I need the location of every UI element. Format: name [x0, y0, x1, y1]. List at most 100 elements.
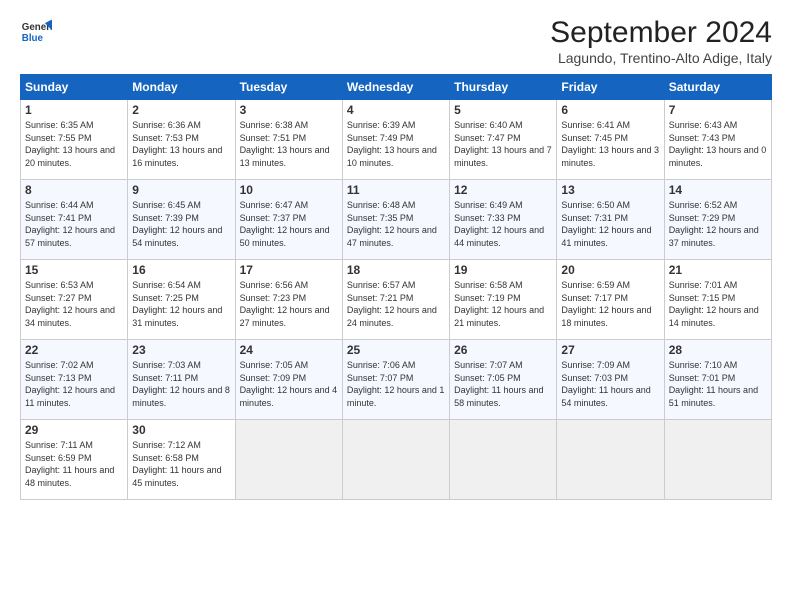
calendar-cell: 1 Sunrise: 6:35 AMSunset: 7:55 PMDaylight… [21, 100, 128, 180]
day-number: 18 [347, 263, 445, 277]
col-header-wednesday: Wednesday [342, 75, 449, 100]
day-info: Sunrise: 6:35 AMSunset: 7:55 PMDaylight:… [25, 119, 123, 169]
col-header-friday: Friday [557, 75, 664, 100]
day-info: Sunrise: 7:10 AMSunset: 7:01 PMDaylight:… [669, 359, 767, 409]
title-area: September 2024 Lagundo, Trentino-Alto Ad… [550, 16, 772, 66]
day-number: 27 [561, 343, 659, 357]
day-info: Sunrise: 6:48 AMSunset: 7:35 PMDaylight:… [347, 199, 445, 249]
calendar-cell: 30Sunrise: 7:12 AMSunset: 6:58 PMDayligh… [128, 420, 235, 500]
calendar-cell: 19 Sunrise: 6:58 AMSunset: 7:19 PMDayligh… [450, 260, 557, 340]
day-info: Sunrise: 6:58 AMSunset: 7:19 PMDaylight:… [454, 279, 552, 329]
week-row-3: 15 Sunrise: 6:53 AMSunset: 7:27 PMDayligh… [21, 260, 772, 340]
week-row-1: 1 Sunrise: 6:35 AMSunset: 7:55 PMDaylight… [21, 100, 772, 180]
day-info: Sunrise: 6:53 AMSunset: 7:27 PMDaylight:… [25, 279, 123, 329]
day-number: 15 [25, 263, 123, 277]
calendar-cell: 15 Sunrise: 6:53 AMSunset: 7:27 PMDayligh… [21, 260, 128, 340]
day-info: Sunrise: 7:09 AMSunset: 7:03 PMDaylight:… [561, 359, 659, 409]
col-header-saturday: Saturday [664, 75, 771, 100]
calendar-cell: 26 Sunrise: 7:07 AMSunset: 7:05 PMDayligh… [450, 340, 557, 420]
day-number: 23 [132, 343, 230, 357]
calendar-cell: 13 Sunrise: 6:50 AMSunset: 7:31 PMDayligh… [557, 180, 664, 260]
day-info: Sunrise: 6:57 AMSunset: 7:21 PMDaylight:… [347, 279, 445, 329]
day-number: 1 [25, 103, 123, 117]
day-number: 7 [669, 103, 767, 117]
day-info: Sunrise: 6:56 AMSunset: 7:23 PMDaylight:… [240, 279, 338, 329]
calendar-cell: 23 Sunrise: 7:03 AMSunset: 7:11 PMDayligh… [128, 340, 235, 420]
calendar-cell: 2 Sunrise: 6:36 AMSunset: 7:53 PMDaylight… [128, 100, 235, 180]
calendar-cell: 14 Sunrise: 6:52 AMSunset: 7:29 PMDayligh… [664, 180, 771, 260]
calendar-cell: 22 Sunrise: 7:02 AMSunset: 7:13 PMDayligh… [21, 340, 128, 420]
day-info: Sunrise: 6:49 AMSunset: 7:33 PMDaylight:… [454, 199, 552, 249]
day-info: Sunrise: 6:47 AMSunset: 7:37 PMDaylight:… [240, 199, 338, 249]
day-number: 6 [561, 103, 659, 117]
calendar-cell: 3 Sunrise: 6:38 AMSunset: 7:51 PMDaylight… [235, 100, 342, 180]
calendar-cell: 8 Sunrise: 6:44 AMSunset: 7:41 PMDaylight… [21, 180, 128, 260]
header: General Blue September 2024 Lagundo, Tre… [20, 16, 772, 66]
calendar-cell: 24 Sunrise: 7:05 AMSunset: 7:09 PMDayligh… [235, 340, 342, 420]
calendar-cell: 6 Sunrise: 6:41 AMSunset: 7:45 PMDaylight… [557, 100, 664, 180]
month-title: September 2024 [550, 16, 772, 50]
logo: General Blue [20, 16, 52, 48]
day-number: 10 [240, 183, 338, 197]
day-info: Sunrise: 6:40 AMSunset: 7:47 PMDaylight:… [454, 119, 552, 169]
svg-text:Blue: Blue [22, 33, 44, 44]
calendar-cell: 7 Sunrise: 6:43 AMSunset: 7:43 PMDaylight… [664, 100, 771, 180]
day-number: 29 [25, 423, 123, 437]
logo-icon: General Blue [20, 16, 52, 48]
col-header-thursday: Thursday [450, 75, 557, 100]
day-number: 8 [25, 183, 123, 197]
calendar-cell: 5Sunrise: 6:40 AMSunset: 7:47 PMDaylight… [450, 100, 557, 180]
calendar-cell: 27 Sunrise: 7:09 AMSunset: 7:03 PMDayligh… [557, 340, 664, 420]
day-number: 3 [240, 103, 338, 117]
week-row-5: 29Sunrise: 7:11 AMSunset: 6:59 PMDayligh… [21, 420, 772, 500]
day-info: Sunrise: 6:52 AMSunset: 7:29 PMDaylight:… [669, 199, 767, 249]
calendar-cell: 11 Sunrise: 6:48 AMSunset: 7:35 PMDayligh… [342, 180, 449, 260]
day-info: Sunrise: 7:06 AMSunset: 7:07 PMDaylight:… [347, 359, 445, 409]
week-row-4: 22 Sunrise: 7:02 AMSunset: 7:13 PMDayligh… [21, 340, 772, 420]
day-info: Sunrise: 7:07 AMSunset: 7:05 PMDaylight:… [454, 359, 552, 409]
calendar-cell: 28 Sunrise: 7:10 AMSunset: 7:01 PMDayligh… [664, 340, 771, 420]
day-info: Sunrise: 6:44 AMSunset: 7:41 PMDaylight:… [25, 199, 123, 249]
calendar-cell [342, 420, 449, 500]
day-info: Sunrise: 7:03 AMSunset: 7:11 PMDaylight:… [132, 359, 230, 409]
calendar-cell: 29Sunrise: 7:11 AMSunset: 6:59 PMDayligh… [21, 420, 128, 500]
day-number: 19 [454, 263, 552, 277]
calendar-cell [450, 420, 557, 500]
day-info: Sunrise: 7:01 AMSunset: 7:15 PMDaylight:… [669, 279, 767, 329]
calendar-cell: 21 Sunrise: 7:01 AMSunset: 7:15 PMDayligh… [664, 260, 771, 340]
day-number: 22 [25, 343, 123, 357]
col-header-tuesday: Tuesday [235, 75, 342, 100]
day-number: 14 [669, 183, 767, 197]
header-row: SundayMondayTuesdayWednesdayThursdayFrid… [21, 75, 772, 100]
calendar-cell: 4 Sunrise: 6:39 AMSunset: 7:49 PMDaylight… [342, 100, 449, 180]
location: Lagundo, Trentino-Alto Adige, Italy [550, 50, 772, 66]
day-number: 2 [132, 103, 230, 117]
day-number: 11 [347, 183, 445, 197]
day-info: Sunrise: 6:41 AMSunset: 7:45 PMDaylight:… [561, 119, 659, 169]
day-number: 9 [132, 183, 230, 197]
day-info: Sunrise: 7:05 AMSunset: 7:09 PMDaylight:… [240, 359, 338, 409]
day-number: 24 [240, 343, 338, 357]
col-header-sunday: Sunday [21, 75, 128, 100]
day-number: 16 [132, 263, 230, 277]
day-info: Sunrise: 6:39 AMSunset: 7:49 PMDaylight:… [347, 119, 445, 169]
day-number: 21 [669, 263, 767, 277]
week-row-2: 8 Sunrise: 6:44 AMSunset: 7:41 PMDaylight… [21, 180, 772, 260]
day-info: Sunrise: 6:50 AMSunset: 7:31 PMDaylight:… [561, 199, 659, 249]
calendar-cell: 25Sunrise: 7:06 AMSunset: 7:07 PMDayligh… [342, 340, 449, 420]
day-info: Sunrise: 7:02 AMSunset: 7:13 PMDaylight:… [25, 359, 123, 409]
calendar-cell: 12 Sunrise: 6:49 AMSunset: 7:33 PMDayligh… [450, 180, 557, 260]
calendar-cell: 17Sunrise: 6:56 AMSunset: 7:23 PMDayligh… [235, 260, 342, 340]
calendar-cell: 18 Sunrise: 6:57 AMSunset: 7:21 PMDayligh… [342, 260, 449, 340]
day-info: Sunrise: 6:43 AMSunset: 7:43 PMDaylight:… [669, 119, 767, 169]
day-number: 28 [669, 343, 767, 357]
day-number: 26 [454, 343, 552, 357]
day-info: Sunrise: 6:36 AMSunset: 7:53 PMDaylight:… [132, 119, 230, 169]
day-info: Sunrise: 7:12 AMSunset: 6:58 PMDaylight:… [132, 439, 230, 489]
calendar-cell [664, 420, 771, 500]
day-info: Sunrise: 6:38 AMSunset: 7:51 PMDaylight:… [240, 119, 338, 169]
day-info: Sunrise: 6:54 AMSunset: 7:25 PMDaylight:… [132, 279, 230, 329]
day-number: 12 [454, 183, 552, 197]
day-number: 13 [561, 183, 659, 197]
day-number: 4 [347, 103, 445, 117]
